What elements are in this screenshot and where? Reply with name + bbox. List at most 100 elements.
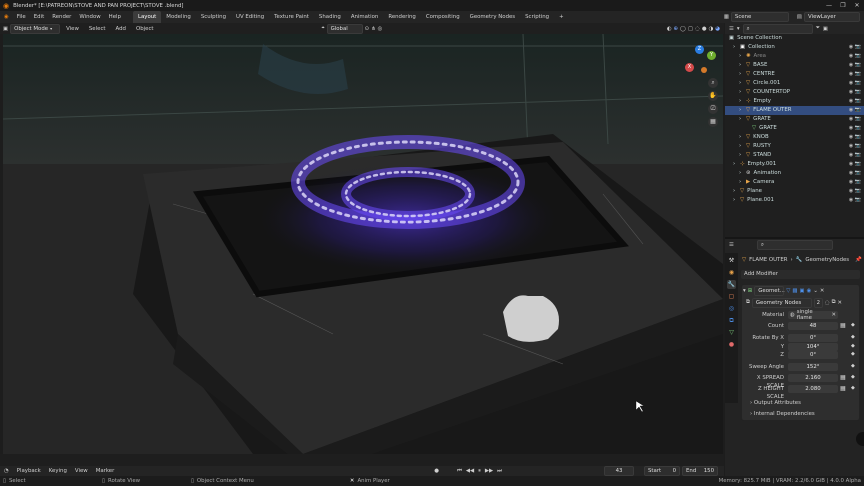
end-frame-field[interactable]: End 150 [682, 466, 718, 476]
editor-type-icon[interactable]: ▣ [3, 26, 8, 32]
visibility-toggle-icon[interactable]: ◉ 📷 [849, 196, 861, 205]
visibility-toggle-icon[interactable]: ◉ 📷 [849, 43, 861, 52]
pin-icon[interactable]: 📌 [855, 257, 862, 263]
menu-view[interactable]: View [62, 23, 83, 35]
mode-selector[interactable]: Object Mode ▾ [10, 23, 61, 34]
visibility-toggle-icon[interactable]: ◉ 📷 [849, 124, 861, 133]
field-value[interactable]: 0° [788, 351, 838, 359]
outliner-row[interactable]: › ▽ GRATE ◉ 📷 [725, 115, 864, 124]
menu-file[interactable]: File [13, 11, 30, 23]
jump-end-icon[interactable]: ⏭ [497, 468, 502, 475]
keyframe-icon[interactable]: ◆ [851, 343, 855, 349]
field-value[interactable]: 48 [788, 322, 838, 330]
solid-shading-icon[interactable]: ● [702, 26, 707, 32]
attribute-toggle-icon[interactable]: ▦ [840, 374, 846, 381]
tab-compositing[interactable]: Compositing [421, 11, 465, 23]
material-tab-icon[interactable]: ● [727, 340, 736, 349]
outliner-row[interactable]: › ▽ Plane ◉ 📷 [725, 187, 864, 196]
visibility-toggle-icon[interactable]: ◉ 📷 [849, 178, 861, 187]
jump-start-icon[interactable]: ⏮ [457, 468, 462, 475]
keyframe-icon[interactable]: ◆ [851, 334, 855, 340]
expand-icon[interactable]: › [733, 43, 738, 52]
zoom-icon[interactable]: ⌕ [708, 78, 718, 88]
expand-icon[interactable]: › [739, 70, 744, 79]
visibility-toggle-icon[interactable]: ◉ 📷 [849, 142, 861, 151]
field-value[interactable]: 0° [788, 334, 838, 342]
outliner-row[interactable]: › ▽ CENTRE ◉ 📷 [725, 70, 864, 79]
expand-icon[interactable]: › [739, 88, 744, 97]
visibility-toggle-icon[interactable]: ◉ 📷 [849, 61, 861, 70]
outliner-row[interactable]: › ▽ COUNTERTOP ◉ 📷 [725, 88, 864, 97]
outliner-row[interactable]: › ▽ BASE ◉ 📷 [725, 61, 864, 70]
cage-icon[interactable]: ▦ [792, 288, 797, 294]
outliner-search[interactable]: ⌕ [742, 23, 813, 34]
keyframe-icon[interactable]: ◆ [851, 385, 855, 391]
pivot-icon[interactable]: ⊙ [365, 26, 370, 32]
material-shading-icon[interactable]: ◑ [709, 26, 714, 32]
properties-search[interactable]: ⌕ [756, 239, 833, 250]
object-tab-icon[interactable]: ▢ [727, 292, 736, 301]
filter-icon[interactable]: ⏷ [816, 25, 820, 32]
3d-viewport[interactable] [3, 34, 723, 454]
expand-icon[interactable]: › [739, 133, 744, 142]
properties-editor-icon[interactable]: ☰ [729, 242, 734, 248]
outliner-row[interactable]: › ⊛ Animation ◉ 📷 [725, 169, 864, 178]
tool-tab-icon[interactable]: ⚒ [727, 256, 736, 265]
add-workspace-button[interactable]: + [554, 11, 569, 23]
attribute-toggle-icon[interactable]: ▦ [840, 385, 846, 392]
prev-key-icon[interactable]: ◀◀ [466, 468, 474, 474]
maximize-button[interactable]: ❐ [836, 0, 850, 11]
menu-add[interactable]: Add [112, 23, 130, 35]
start-frame-field[interactable]: Start 0 [644, 466, 680, 476]
timeline-editor-icon[interactable]: ◔ [0, 468, 13, 474]
menu-select[interactable]: Select [85, 23, 110, 35]
outliner-row[interactable]: › ▣ Collection ◉ 📷 [725, 43, 864, 52]
navigation-gizmo[interactable]: Z Y X [683, 45, 719, 81]
gizmo-y-axis[interactable]: Y [707, 51, 716, 60]
data-tab-icon[interactable]: ▽ [727, 328, 736, 337]
render-display-icon[interactable]: ◉ [807, 288, 812, 294]
tab-animation[interactable]: Animation [346, 11, 383, 23]
rendered-shading-icon[interactable]: ◕ [715, 26, 720, 32]
keyframe-icon[interactable]: ◆ [851, 363, 855, 369]
expand-icon[interactable]: › [739, 52, 744, 61]
tab-texture-paint[interactable]: Texture Paint [269, 11, 314, 23]
expand-icon[interactable]: › [733, 187, 738, 196]
tab-shading[interactable]: Shading [314, 11, 346, 23]
gizmo-x-axis[interactable]: X [685, 63, 694, 72]
tab-layout[interactable]: Layout [132, 11, 162, 23]
expand-icon[interactable]: › [739, 79, 744, 88]
modifier-tab-icon[interactable]: 🔧 [727, 280, 736, 289]
blender-menu-icon[interactable]: ◉ [0, 14, 13, 20]
outliner-row[interactable]: › ▶ Camera ◉ 📷 [725, 178, 864, 187]
field-value[interactable]: 152° [788, 363, 838, 371]
expand-icon[interactable]: › [739, 178, 744, 187]
tab-geometry-nodes[interactable]: Geometry Nodes [465, 11, 520, 23]
expand-icon[interactable]: › [739, 61, 744, 70]
expand-icon[interactable]: › [739, 97, 744, 106]
new-collection-icon[interactable]: ▣ [823, 26, 828, 32]
expand-icon[interactable]: › [733, 160, 738, 169]
outliner-row[interactable]: › ⊹ Empty ◉ 📷 [725, 97, 864, 106]
ortho-toggle-icon[interactable]: ▦ [708, 117, 718, 127]
visibility-toggle-icon[interactable]: ◉ 📷 [849, 52, 861, 61]
outliner-row[interactable]: › ▽ FLAME OUTER ◉ 📷 [725, 106, 864, 115]
menu-window[interactable]: Window [75, 11, 104, 23]
modifier-name-field[interactable]: Geomet... [754, 285, 785, 296]
remove-modifier-icon[interactable]: ✕ [820, 288, 825, 294]
visibility-icon[interactable]: ◐ [667, 26, 672, 32]
gizmo-z-axis[interactable]: Z [695, 45, 704, 54]
xray-icon[interactable]: ▢ [688, 26, 693, 32]
fake-user-icon[interactable]: ◌ [825, 300, 830, 306]
expand-icon[interactable]: › [739, 142, 744, 151]
wireframe-shading-icon[interactable]: ◌ [695, 26, 700, 32]
pan-hand-icon[interactable]: ✋ [708, 91, 718, 101]
duplicate-icon[interactable]: ⧉ [832, 299, 836, 306]
snap-icon[interactable]: ⋔ [371, 26, 376, 32]
minimize-button[interactable]: — [822, 0, 836, 11]
add-modifier-button[interactable]: Add Modifier [741, 270, 860, 279]
clear-material-icon[interactable]: ✕ [831, 312, 838, 318]
edit-mode-icon[interactable]: ▽ [786, 288, 790, 294]
panel-output-attributes[interactable]: › Output Attributes [750, 399, 858, 407]
tab-sculpting[interactable]: Sculpting [196, 11, 231, 23]
